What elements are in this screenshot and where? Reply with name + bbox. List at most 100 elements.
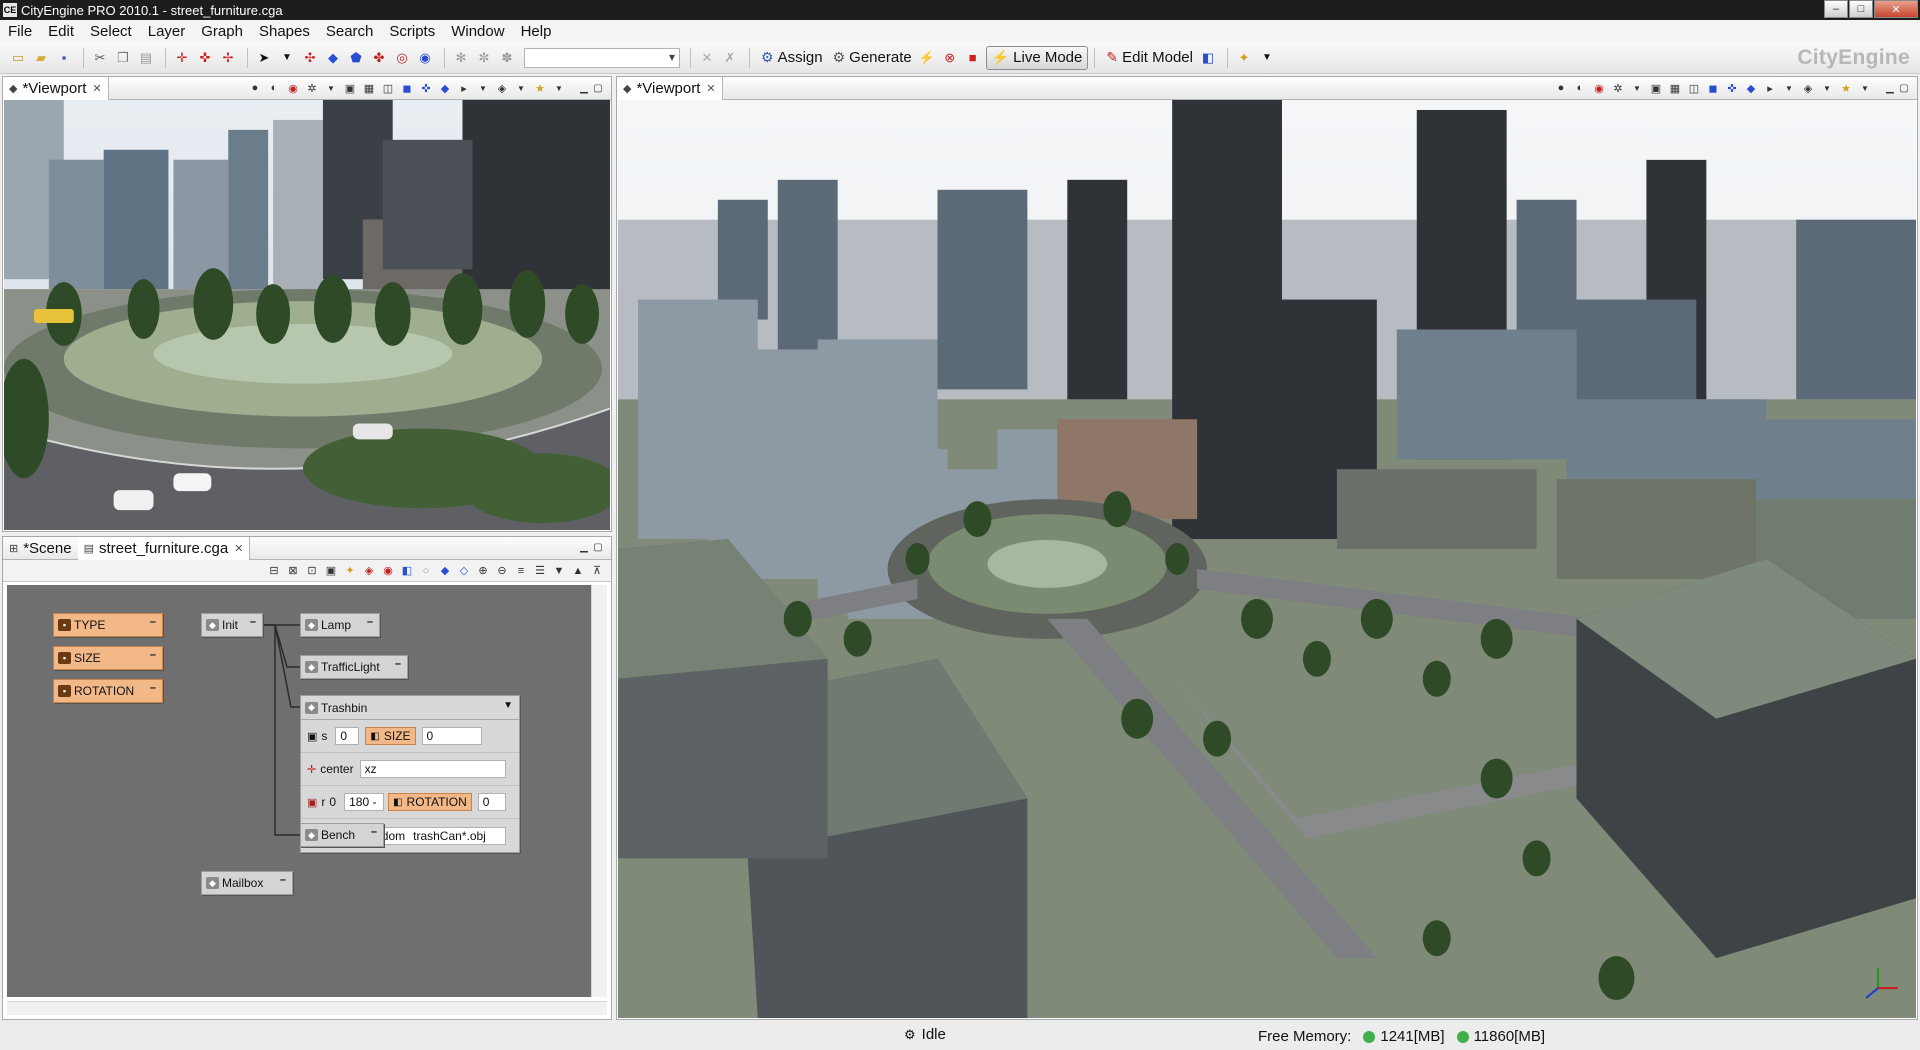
live-mode-button[interactable]: ⚡ Live Mode [985, 45, 1089, 70]
zoom-in-icon[interactable]: ⊕ [475, 563, 491, 579]
chevron-down-icon[interactable]: ▼ [1819, 80, 1835, 96]
paste-icon[interactable]: ▤ [136, 48, 156, 68]
camera-select-icon[interactable]: ◆ [437, 80, 453, 96]
chevron-down-icon[interactable]: ▼ [1257, 48, 1277, 68]
regenerate-icon[interactable]: ⚡ [917, 48, 937, 68]
bookmark-icon[interactable]: ◈ [1800, 80, 1816, 96]
assign-button[interactable]: ⚙ Assign [756, 46, 828, 70]
chevron-down-icon[interactable]: ▼ [277, 48, 297, 68]
stop-icon[interactable]: ■ [963, 48, 983, 68]
minimize-panel-icon[interactable]: ▁ [577, 81, 591, 95]
wand-icon[interactable]: ✦ [342, 563, 358, 579]
menu-select[interactable]: Select [82, 23, 140, 40]
horizontal-scrollbar[interactable] [7, 1001, 607, 1015]
polygon-tool-icon[interactable]: ◆ [323, 48, 343, 68]
layout-icon[interactable]: ◫ [380, 80, 396, 96]
attr-rotation[interactable]: ▪ ROTATION – [53, 679, 163, 703]
split-icon[interactable]: ◧ [399, 563, 415, 579]
magnet-tool-icon[interactable]: ◎ [392, 48, 412, 68]
tab-viewport-left[interactable]: ◆ *Viewport ✕ [3, 76, 109, 100]
layout-grid-icon[interactable]: ⊡ [304, 563, 320, 579]
zoom-fit-icon[interactable]: ○ [418, 563, 434, 579]
cube-view-icon[interactable]: ◼ [1705, 80, 1721, 96]
cleanup-icon[interactable]: ⊗ [940, 48, 960, 68]
snap-tool-icon[interactable]: ◉ [415, 48, 435, 68]
grow-streets-icon[interactable]: ✻ [451, 48, 471, 68]
collapse-node-icon[interactable]: – [250, 616, 256, 628]
attr-size[interactable]: ▪ SIZE – [53, 646, 163, 670]
collapse-icon[interactable]: ◇ [456, 563, 472, 579]
scale-attr-size-chip[interactable]: ◧ SIZE [365, 727, 416, 745]
scale-x-field[interactable]: 0 [335, 727, 360, 745]
shading-icon[interactable]: ● [247, 80, 263, 96]
minimize-panel-icon[interactable]: ▁ [577, 540, 591, 554]
viewport-right-3d-view[interactable] [618, 100, 1916, 1018]
visual-editor-icon[interactable]: ▣ [323, 563, 339, 579]
collapse-node-icon[interactable]: – [371, 826, 377, 838]
chevron-down-icon[interactable]: ▼ [1857, 80, 1873, 96]
shape-tool-icon[interactable]: ⬟ [346, 48, 366, 68]
grid-icon[interactable]: ▦ [1667, 80, 1683, 96]
node-tool-icon[interactable]: ✤ [369, 48, 389, 68]
attr-type[interactable]: ▪ TYPE – [53, 613, 163, 637]
grid-icon[interactable]: ▦ [361, 80, 377, 96]
rule-icon[interactable]: ◈ [361, 563, 377, 579]
street-tool-icon[interactable]: ✣ [300, 48, 320, 68]
collapse-node-icon[interactable]: – [280, 874, 286, 886]
menu-help[interactable]: Help [513, 23, 560, 40]
maximize-panel-icon[interactable]: ▢ [591, 81, 605, 95]
expand-icon[interactable]: ◆ [437, 563, 453, 579]
star-icon[interactable]: ★ [1838, 80, 1854, 96]
camera-icon[interactable]: ▸ [456, 80, 472, 96]
texture-icon[interactable]: ◉ [1591, 80, 1607, 96]
select-arrow-icon[interactable]: ➤ [254, 48, 274, 68]
generate-button[interactable]: ⚙ Generate [828, 46, 917, 70]
menu-search[interactable]: Search [318, 23, 382, 40]
cube-view-icon[interactable]: ◼ [399, 80, 415, 96]
model-cube-icon[interactable]: ◧ [1198, 48, 1218, 68]
center-axes-field[interactable]: xz [359, 760, 506, 778]
close-tab-icon[interactable]: ✕ [92, 82, 101, 95]
copy-icon[interactable]: ❐ [113, 48, 133, 68]
collapse-node-icon[interactable]: – [150, 616, 156, 628]
layout-tree-icon[interactable]: ⊠ [285, 563, 301, 579]
lighting-gear-icon[interactable]: ✲ [304, 80, 320, 96]
maximize-button[interactable]: □ [1849, 0, 1873, 18]
frame-icon[interactable]: ▣ [1648, 80, 1664, 96]
rule-init[interactable]: ◆ Init – [201, 613, 263, 637]
rotate-x-value[interactable]: 0 [329, 795, 336, 809]
open-folder-icon[interactable]: ▰ [31, 48, 51, 68]
align-icon[interactable]: ✼ [474, 48, 494, 68]
close-button[interactable]: ✕ [1874, 0, 1918, 18]
scale-z-field[interactable]: 0 [421, 727, 482, 745]
outline-icon[interactable]: ☰ [532, 563, 548, 579]
collapse-node-icon[interactable]: – [367, 616, 373, 628]
tab-scene[interactable]: ⊞ *Scene [3, 537, 78, 560]
rule-trafficlight[interactable]: ◆ TrafficLight – [300, 655, 408, 679]
lighting-gear-icon[interactable]: ✲ [1610, 80, 1626, 96]
rule-lamp[interactable]: ◆ Lamp – [300, 613, 380, 637]
nav-icon[interactable]: ✜ [1724, 80, 1740, 96]
collapse-node-icon[interactable]: – [395, 658, 401, 670]
layout-left-icon[interactable]: ⊟ [266, 563, 282, 579]
new-icon[interactable]: ▭ [8, 48, 28, 68]
close-tab-icon[interactable]: ✕ [706, 82, 715, 95]
wand-icon[interactable]: ✦ [1234, 48, 1254, 68]
chevron-down-icon[interactable]: ▼ [1781, 80, 1797, 96]
list-icon[interactable]: ≡ [513, 563, 529, 579]
wireframe-icon[interactable]: ◐ [266, 80, 282, 96]
align-bottom-icon[interactable]: ⊼ [589, 563, 605, 579]
minimize-button[interactable]: – [1824, 0, 1848, 18]
shading-icon[interactable]: ● [1553, 80, 1569, 96]
chevron-down-icon[interactable]: ▼ [513, 80, 529, 96]
camera-icon[interactable]: ▸ [1762, 80, 1778, 96]
cut-icon[interactable]: ✂ [90, 48, 110, 68]
collapse-node-icon[interactable]: – [150, 649, 156, 661]
menu-edit[interactable]: Edit [40, 23, 82, 40]
filter-icon[interactable]: ▼ [551, 563, 567, 579]
rotate-z-field[interactable]: 0 [477, 793, 506, 811]
menu-shapes[interactable]: Shapes [251, 23, 318, 40]
op-center-row[interactable]: ✛ center xz [301, 753, 519, 786]
vertical-scrollbar[interactable] [591, 585, 607, 997]
close-tab-icon[interactable]: ✕ [234, 542, 243, 555]
